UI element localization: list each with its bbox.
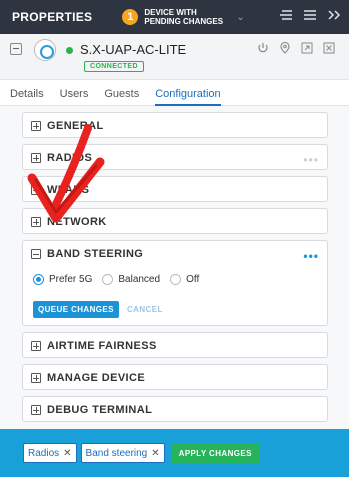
expand-icon — [31, 217, 41, 227]
section-wlans[interactable]: WLANS — [22, 176, 328, 202]
section-title: BAND STEERING — [47, 248, 144, 260]
collapse-icon[interactable] — [10, 43, 22, 55]
radio-balanced[interactable] — [102, 274, 114, 285]
apply-changes-button[interactable]: APPLY CHANGES — [170, 443, 260, 463]
list-icon[interactable] — [279, 9, 293, 24]
tab-bar: Details Users Guests Configuration — [0, 80, 349, 106]
properties-header: PROPERTIES 1 DEVICE WITH PENDING CHANGES… — [0, 0, 349, 34]
close-icon[interactable] — [323, 42, 335, 57]
section-manage-device[interactable]: MANAGE DEVICE — [22, 364, 328, 390]
remove-icon[interactable]: ✕ — [63, 448, 71, 459]
radio-off[interactable] — [170, 274, 182, 285]
power-icon[interactable] — [257, 42, 269, 57]
status-badge: CONNECTED — [84, 61, 144, 72]
header-tools — [279, 9, 341, 24]
expand-icon — [31, 405, 41, 415]
section-network[interactable]: NETWORK — [22, 208, 328, 234]
open-external-icon[interactable] — [301, 42, 313, 57]
section-debug-terminal[interactable]: DEBUG TERMINAL — [22, 396, 328, 422]
chevron-down-icon[interactable]: ⌄ — [236, 12, 244, 23]
section-title: MANAGE DEVICE — [47, 372, 146, 384]
radio-label: Balanced — [118, 274, 161, 285]
expand-icon — [31, 373, 41, 383]
access-point-icon — [34, 39, 56, 61]
change-chip-radios[interactable]: Radios ✕ — [23, 443, 77, 463]
chip-label: Radios — [28, 447, 60, 459]
section-title: DEBUG TERMINAL — [47, 404, 153, 416]
section-title: GENERAL — [47, 120, 104, 132]
expand-icon — [31, 121, 41, 131]
collapse-icon — [31, 249, 41, 259]
section-airtime-fairness[interactable]: AIRTIME FAIRNESS — [22, 332, 328, 358]
pending-changes-label[interactable]: DEVICE WITH PENDING CHANGES — [144, 8, 226, 26]
pending-line-1: DEVICE WITH — [144, 8, 197, 17]
radio-label: Prefer 5G — [49, 274, 93, 285]
section-radios[interactable]: RADIOS ••• — [22, 144, 328, 170]
device-tools — [257, 41, 335, 57]
section-title: RADIOS — [47, 152, 93, 164]
radio-label: Off — [186, 274, 200, 285]
configuration-panel: GENERAL RADIOS ••• WLANS NETWORK BAND ST… — [0, 106, 349, 429]
remove-icon[interactable]: ✕ — [151, 448, 159, 459]
change-chip-band-steering[interactable]: Band steering ✕ — [80, 443, 165, 463]
pending-line-2: PENDING CHANGES — [144, 17, 224, 26]
expand-icon — [31, 185, 41, 195]
locate-icon[interactable] — [279, 41, 291, 57]
expand-icon — [31, 153, 41, 163]
pending-changes-footer: Radios ✕ Band steering ✕ APPLY CHANGES — [0, 429, 349, 477]
more-options-icon[interactable]: ••• — [303, 153, 319, 167]
band-steering-header[interactable]: BAND STEERING — [23, 241, 327, 267]
radio-prefer-5g[interactable] — [33, 274, 44, 285]
section-band-steering: BAND STEERING ••• Prefer 5G Balanced Off… — [22, 240, 328, 326]
queue-changes-button[interactable]: QUEUE CHANGES — [33, 301, 119, 318]
pending-count-badge[interactable]: 1 — [122, 9, 139, 25]
device-name: S.X-UAP-AC-LITE — [80, 42, 187, 57]
more-options-icon[interactable]: ••• — [303, 249, 319, 263]
tab-configuration[interactable]: Configuration — [155, 80, 221, 106]
expand-icon — [31, 341, 41, 351]
section-title: AIRTIME FAIRNESS — [47, 340, 157, 352]
tab-details[interactable]: Details — [10, 80, 44, 105]
status-dot — [66, 47, 73, 54]
tab-guests[interactable]: Guests — [104, 80, 139, 105]
tab-users[interactable]: Users — [60, 80, 89, 105]
menu-icon[interactable] — [303, 9, 317, 24]
panel-title: PROPERTIES — [12, 10, 93, 24]
section-general[interactable]: GENERAL — [22, 112, 328, 138]
cancel-button[interactable]: CANCEL — [127, 305, 163, 314]
expand-panel-icon[interactable] — [327, 9, 341, 24]
device-bar: S.X-UAP-AC-LITE CONNECTED — [0, 34, 349, 80]
band-steering-options: Prefer 5G Balanced Off — [33, 274, 209, 285]
chip-label: Band steering — [85, 447, 148, 459]
section-title: NETWORK — [47, 216, 107, 228]
section-title: WLANS — [47, 184, 90, 196]
